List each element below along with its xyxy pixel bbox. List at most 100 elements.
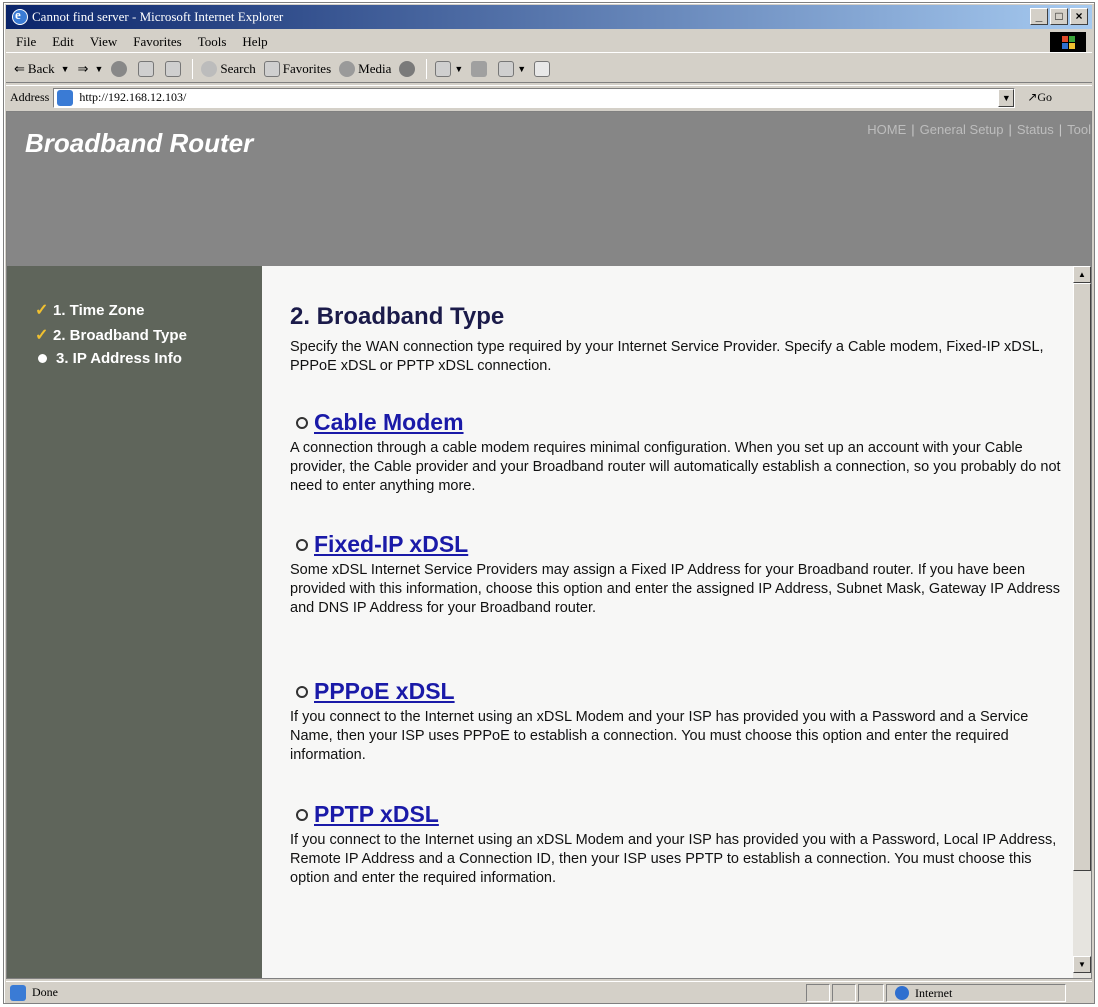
nav-status[interactable]: Status	[1017, 122, 1054, 137]
scroll-thumb[interactable]	[1073, 283, 1091, 871]
sidebar-item-time-zone[interactable]: ✓ 1. Time Zone	[35, 300, 144, 320]
option-cable-modem: Cable Modem A connection through a cable…	[290, 409, 1070, 496]
top-nav: HOME | General Setup | Status | Tool	[867, 122, 1091, 137]
nav-divider: |	[911, 122, 915, 137]
edit-icon	[498, 60, 515, 77]
nav-general-setup[interactable]: General Setup	[920, 122, 1004, 137]
option-pptp-xdsl: PPTP xDSL If you connect to the Internet…	[290, 801, 1070, 888]
media-label: Media	[358, 60, 392, 76]
favorites-icon	[263, 60, 280, 77]
media-button[interactable]: Media	[339, 60, 392, 77]
radio-button[interactable]	[296, 808, 308, 821]
search-icon	[201, 60, 218, 77]
browser-window: Cannot find server - Microsoft Internet …	[3, 2, 1095, 1004]
radio-button[interactable]	[296, 538, 308, 551]
scroll-up-button[interactable]: ▲	[1073, 266, 1091, 283]
chevron-down-icon: ▼	[94, 63, 104, 74]
address-label: Address	[10, 90, 50, 104]
mail-button[interactable]: ▼	[435, 60, 463, 77]
router-banner: Broadband Router HOME | General Setup | Stat…	[7, 112, 1091, 266]
option-link[interactable]: Fixed-IP xDSL	[314, 531, 468, 558]
option-fixed-ip-xdsl: Fixed-IP xDSL Some xDSL Internet Service…	[290, 531, 1070, 618]
nav-divider: |	[1058, 122, 1063, 137]
toolbar-divider	[192, 58, 194, 79]
chevron-down-icon: ▼	[60, 63, 70, 74]
maximize-button[interactable]: □	[1050, 8, 1068, 25]
address-bar: Address http://192.168.12.103/ ▼ ↗Go	[6, 85, 1092, 109]
back-arrow-icon: ⇐	[14, 60, 25, 76]
home-button[interactable]	[165, 60, 184, 77]
option-description: If you connect to the Internet using an …	[290, 709, 1029, 763]
scroll-down-button[interactable]: ▼	[1073, 956, 1091, 973]
search-label: Search	[220, 60, 256, 76]
nav-home[interactable]: HOME	[867, 122, 906, 137]
home-icon	[165, 60, 182, 77]
radio-button[interactable]	[296, 685, 308, 698]
edit-button[interactable]: ▼	[498, 60, 527, 77]
bullet-icon	[38, 354, 47, 363]
status-bar: Done Internet	[6, 981, 1092, 1003]
chevron-down-icon: ▼	[517, 63, 527, 74]
globe-icon	[895, 986, 909, 1000]
menu-favorites[interactable]: Favorites	[133, 34, 181, 50]
option-link[interactable]: PPPoE xDSL	[314, 678, 455, 705]
mail-icon	[435, 60, 452, 77]
back-button[interactable]: ⇐ Back ▼	[14, 61, 70, 77]
status-panel	[806, 984, 830, 1002]
step-label: 1. Time Zone	[53, 301, 145, 319]
forward-button[interactable]: ⇒ ▼	[78, 61, 104, 77]
forward-arrow-icon: ⇒	[77, 60, 89, 76]
banner-title: Broadband Router	[25, 128, 254, 158]
wizard-sidebar: ✓ 1. Time Zone ✓ 2. Broadband Type 3. IP…	[7, 266, 262, 978]
search-button[interactable]: Search	[201, 60, 256, 77]
go-label: Go	[1037, 90, 1053, 104]
menu-tools[interactable]: Tools	[198, 34, 227, 50]
main-panel: 2. Broadband Type Specify the WAN connec…	[262, 266, 1074, 978]
stop-button[interactable]	[111, 60, 130, 77]
zone-label: Internet	[915, 985, 953, 1000]
print-button[interactable]	[471, 60, 490, 77]
address-dropdown-button[interactable]: ▼	[998, 88, 1015, 107]
discuss-icon	[534, 60, 551, 77]
radio-button[interactable]	[296, 416, 308, 429]
option-pppoe-xdsl: PPPoE xDSL If you connect to the Interne…	[290, 678, 1070, 765]
history-button[interactable]	[399, 60, 418, 77]
go-button[interactable]: ↗Go	[1027, 90, 1052, 105]
menu-help[interactable]: Help	[242, 34, 267, 50]
go-arrow-icon: ↗	[1027, 90, 1038, 104]
option-link[interactable]: Cable Modem	[314, 409, 464, 436]
menu-file[interactable]: File	[16, 34, 36, 50]
discuss-button[interactable]	[534, 60, 553, 77]
option-link[interactable]: PPTP xDSL	[314, 801, 439, 828]
checkmark-icon: ✓	[35, 302, 49, 319]
ie-logo-icon	[10, 7, 28, 26]
menu-edit[interactable]: Edit	[52, 34, 74, 50]
option-description: A connection through a cable modem requi…	[290, 440, 1061, 494]
nav-divider: |	[1008, 122, 1012, 137]
refresh-button[interactable]	[138, 60, 157, 77]
title-bar[interactable]: Cannot find server - Microsoft Internet …	[6, 5, 1092, 29]
menu-view[interactable]: View	[90, 34, 117, 50]
history-icon	[399, 60, 416, 77]
menu-bar: File Edit View Favorites Tools Help	[6, 31, 1092, 53]
favorites-button[interactable]: Favorites	[263, 60, 332, 77]
back-label: Back	[27, 60, 55, 76]
status-panel	[858, 984, 884, 1002]
refresh-icon	[138, 60, 155, 77]
close-button[interactable]: ×	[1070, 8, 1088, 25]
media-icon	[339, 60, 356, 77]
page-title: 2. Broadband Type	[290, 303, 505, 330]
sidebar-item-ip-address-info[interactable]: 3. IP Address Info	[35, 350, 182, 367]
print-icon	[471, 60, 488, 77]
sidebar-item-broadband-type[interactable]: ✓ 2. Broadband Type	[35, 325, 187, 345]
status-panel	[832, 984, 856, 1002]
page-content: Broadband Router HOME | General Setup | Stat…	[6, 111, 1092, 979]
intro-text: Specify the WAN connection type required…	[290, 339, 1044, 374]
address-input[interactable]: http://192.168.12.103/ ▼	[53, 87, 1016, 108]
vertical-scrollbar[interactable]: ▲ ▼	[1073, 266, 1091, 978]
favorites-label: Favorites	[282, 60, 332, 76]
minimize-button[interactable]: _	[1030, 8, 1048, 25]
page-status-icon	[10, 984, 26, 1001]
nav-tool[interactable]: Tool	[1067, 122, 1091, 137]
option-description: Some xDSL Internet Service Providers may…	[290, 562, 1061, 616]
